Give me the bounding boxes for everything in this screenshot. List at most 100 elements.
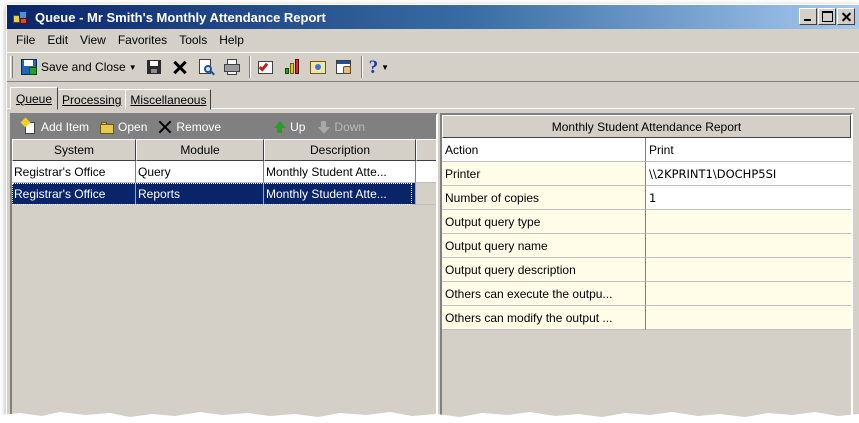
window-title: Queue - Mr Smith's Monthly Attendance Re… [35,9,326,25]
remove-button[interactable]: Remove [157,119,221,135]
help-icon: ? [368,56,379,78]
properties-button[interactable] [332,55,356,79]
move-up-button[interactable]: Up [271,119,305,135]
table-row-selected[interactable]: Registrar's Office Reports Monthly Stude… [12,183,436,205]
save-icon [145,58,163,76]
print-preview-icon [197,58,215,76]
tab-miscellaneous-label: Miscellaneous [130,93,207,107]
add-item-label: Add Item [41,120,90,134]
remove-icon [157,119,173,135]
tab-queue[interactable]: Queue [10,87,59,110]
property-row-output-query-name[interactable]: Output query name [442,234,851,258]
save-button[interactable] [142,55,166,79]
add-item-icon [20,117,38,135]
property-row-output-query-description[interactable]: Output query description [442,258,851,282]
folder-open-icon [99,119,115,135]
toolbar-separator [248,56,251,78]
cell-system: Registrar's Office [12,183,136,205]
toolbar-separator [360,56,363,78]
arrow-up-icon [271,119,287,135]
property-value[interactable] [646,306,851,330]
column-header-filler [416,139,436,161]
delete-icon [171,58,189,76]
save-and-close-button[interactable]: Save and Close ▼ [17,55,140,79]
toolbar-grip[interactable] [10,56,13,78]
property-value[interactable] [646,234,851,258]
caption-buttons [798,8,855,25]
property-row-printer[interactable]: Printer \\2KPRINT1\DOCHP5SI [442,162,851,186]
property-name: Others can execute the outpu... [442,282,646,306]
property-value[interactable] [646,282,851,306]
delete-button[interactable] [168,55,192,79]
tab-processing-label: Processing [62,93,122,107]
open-button[interactable]: Open [99,119,147,135]
move-down-label: Down [334,120,366,134]
property-value[interactable]: \\2KPRINT1\DOCHP5SI [646,162,851,186]
close-button[interactable] [837,8,855,25]
main-toolbar: Save and Close ▼ ? ▼ [7,52,859,82]
menu-edit[interactable]: Edit [41,33,74,47]
property-name: Output query type [442,210,646,234]
menu-tools[interactable]: Tools [173,33,213,47]
printer-icon [223,58,241,76]
queue-grid-header: System Module Description [12,139,436,161]
property-row-copies[interactable]: Number of copies 1 [442,186,851,210]
tab-strip: Queue Processing Miscellaneous [10,87,212,110]
move-up-label: Up [290,120,306,134]
cell-filler [416,183,436,205]
status-button[interactable] [280,55,304,79]
spell-check-button[interactable] [254,55,278,79]
save-and-close-icon [20,58,38,76]
maximize-button[interactable] [818,8,836,25]
property-row-others-can-execute[interactable]: Others can execute the outpu... [442,282,851,306]
open-label: Open [118,120,148,134]
property-name: Printer [442,162,646,186]
property-row-others-can-modify[interactable]: Others can modify the output ... [442,306,851,330]
queue-toolbar: Add Item Open Remove Up Down [12,115,436,139]
cell-filler [416,161,436,183]
property-row-output-query-type[interactable]: Output query type [442,210,851,234]
property-name: Output query description [442,258,646,282]
property-value[interactable] [646,258,851,282]
property-value[interactable]: 1 [646,186,851,210]
property-value[interactable]: Print [646,138,851,162]
print-button[interactable] [220,55,244,79]
add-item-button[interactable]: Add Item [20,117,90,135]
cell-module: Reports [136,183,264,205]
move-down-button[interactable]: Down [315,119,365,135]
property-row-action[interactable]: Action Print [442,138,851,162]
help-button[interactable]: ? ▼ [366,55,392,79]
cell-module: Query [136,161,264,183]
table-row[interactable]: Registrar's Office Query Monthly Student… [12,161,436,183]
column-header-description[interactable]: Description [264,139,416,161]
print-preview-button[interactable] [194,55,218,79]
attachment-icon [309,58,327,76]
minimize-button[interactable] [799,8,817,25]
save-and-close-label: Save and Close [41,60,126,74]
attachments-button[interactable] [306,55,330,79]
property-name: Number of copies [442,186,646,210]
property-name: Action [442,138,646,162]
menu-file[interactable]: File [10,33,41,47]
tab-processing[interactable]: Processing [57,89,127,110]
checkmark-icon [257,58,275,76]
property-value[interactable] [646,210,851,234]
properties-header: Monthly Student Attendance Report [442,115,851,138]
title-bar[interactable]: Queue - Mr Smith's Monthly Attendance Re… [7,5,859,29]
property-name: Others can modify the output ... [442,306,646,330]
menu-view[interactable]: View [74,33,112,47]
chevron-down-icon[interactable]: ▼ [129,63,137,72]
cell-system: Registrar's Office [12,161,136,183]
menu-favorites[interactable]: Favorites [112,33,173,47]
arrow-down-icon [315,119,331,135]
chevron-down-icon[interactable]: ▼ [381,63,389,72]
column-header-system[interactable]: System [12,139,136,161]
cell-description: Monthly Student Atte... [264,183,416,205]
tab-miscellaneous[interactable]: Miscellaneous [125,89,212,110]
menu-help[interactable]: Help [213,33,250,47]
remove-label: Remove [176,120,222,134]
menu-bar: File Edit View Favorites Tools Help [7,29,859,50]
property-name: Output query name [442,234,646,258]
queue-list-pane: Add Item Open Remove Up Down System Modu… [10,113,438,423]
column-header-module[interactable]: Module [136,139,264,161]
